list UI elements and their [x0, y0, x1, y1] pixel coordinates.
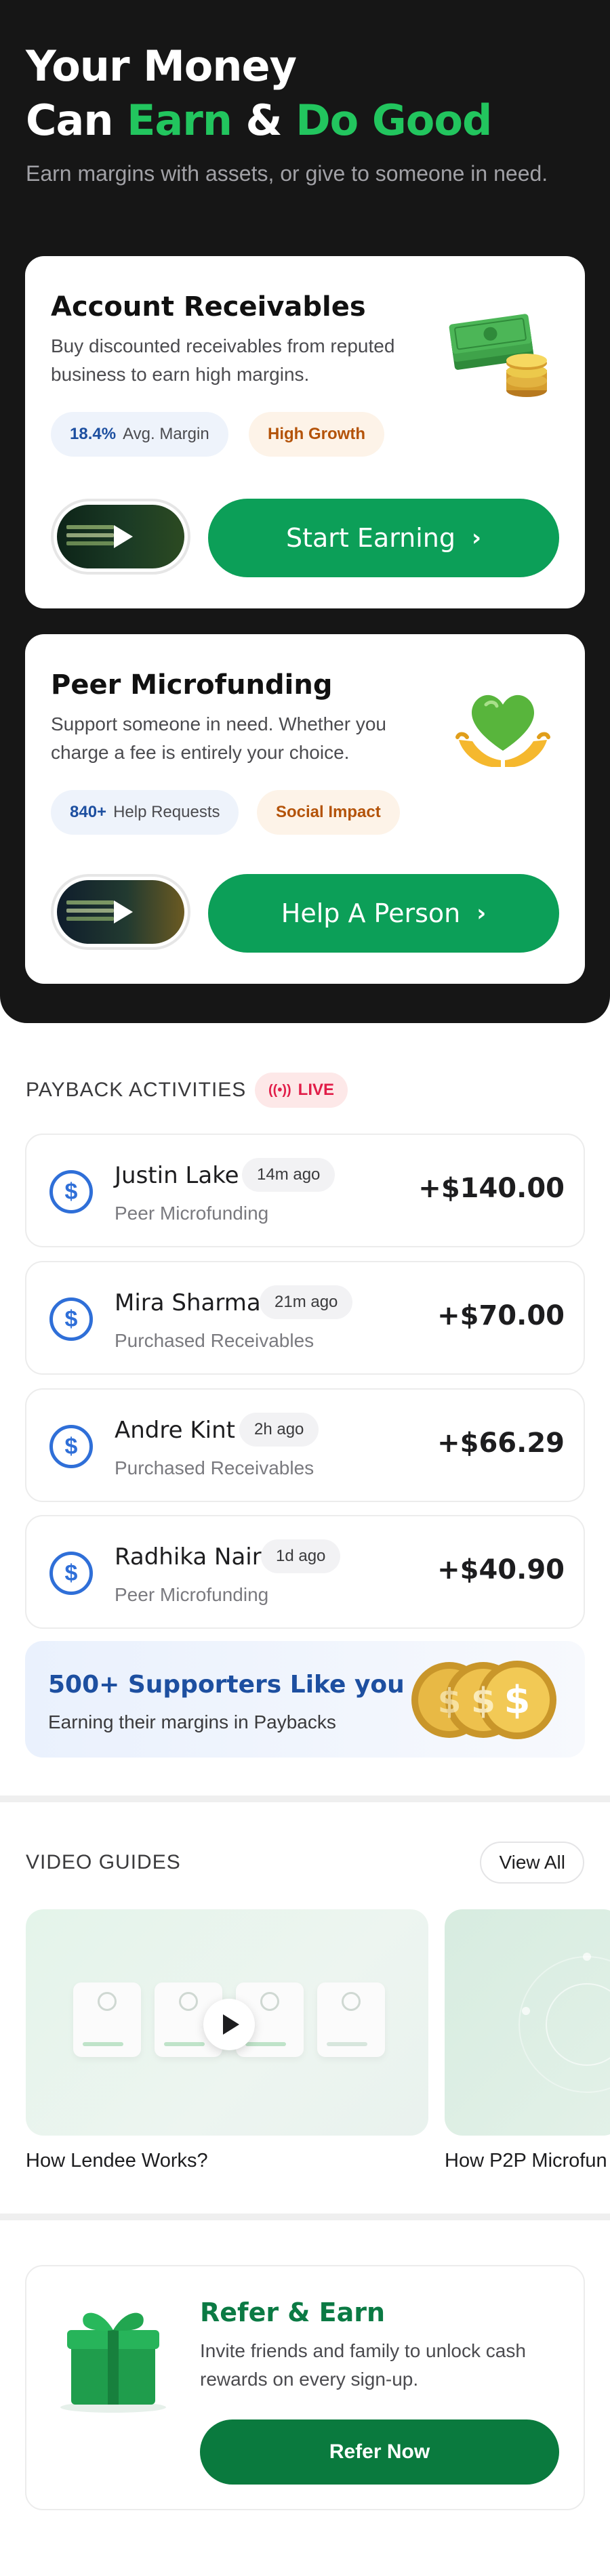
activity-amount: +$70.00: [437, 1300, 565, 1331]
refer-and-earn-card: Refer & Earn Invite friends and family t…: [25, 2265, 585, 2510]
avg-margin-value: 18.4%: [70, 425, 117, 443]
card-title: Account Receivables: [51, 291, 366, 323]
dollar-icon: $: [49, 1552, 93, 1595]
help-requests-value: 840+: [70, 803, 107, 821]
activity-name: Andre Kint: [115, 1417, 235, 1444]
broadcast-icon: ((•)): [268, 1082, 291, 1098]
view-all-button[interactable]: View All: [480, 1842, 584, 1884]
hero-subtitle: Earn margins with assets, or give to som…: [26, 161, 548, 186]
microfunding-video-thumbnail[interactable]: [51, 874, 190, 950]
activity-time: 14m ago: [242, 1158, 336, 1192]
hero-title-earn: Earn: [127, 96, 232, 145]
activity-amount: +$140.00: [418, 1173, 565, 1204]
dollar-icon: $: [49, 1425, 93, 1468]
activity-time: 2h ago: [239, 1413, 319, 1447]
account-receivables-card[interactable]: Account Receivables Buy discounted recei…: [25, 256, 585, 608]
network-illustration-icon: [518, 1953, 610, 2093]
svg-text:$: $: [438, 1682, 462, 1721]
activity-time: 21m ago: [260, 1285, 353, 1319]
activity-type: Peer Microfunding: [115, 1203, 269, 1224]
play-icon: [114, 900, 133, 923]
dollar-icon: $: [49, 1297, 93, 1341]
social-impact-tag: Social Impact: [257, 790, 400, 835]
activity-row[interactable]: $ Mira Sharma 21m ago Purchased Receivab…: [25, 1261, 585, 1375]
peer-microfunding-card[interactable]: Peer Microfunding Support someone in nee…: [25, 634, 585, 984]
hero-title-amp: &: [231, 96, 296, 145]
help-a-person-button[interactable]: Help A Person ›: [208, 874, 559, 953]
live-label: LIVE: [298, 1081, 334, 1099]
card-description: Buy discounted receivables from reputed …: [51, 335, 395, 385]
play-icon: [223, 2014, 239, 2035]
hero-title-can: Can: [26, 96, 127, 145]
supporters-banner: 500+ Supporters Like you Earning their m…: [25, 1641, 585, 1758]
activity-amount: +$40.90: [437, 1554, 565, 1585]
section-divider: [0, 1795, 610, 1802]
help-requests-label: Help Requests: [113, 803, 220, 821]
activity-type: Purchased Receivables: [115, 1330, 314, 1351]
hero-section: Your Money Can Earn & Do Good Earn margi…: [0, 0, 610, 1023]
video-guide-caption: How Lendee Works?: [26, 2150, 208, 2172]
chevron-right-icon: ›: [472, 524, 482, 552]
card-title: Peer Microfunding: [51, 669, 333, 701]
help-a-person-label: Help A Person: [281, 898, 461, 928]
supporters-title: 500+ Supporters Like you: [48, 1671, 405, 1699]
supporters-subtitle: Earning their margins in Paybacks: [48, 1711, 336, 1732]
refer-title: Refer & Earn: [200, 2298, 386, 2327]
start-earning-button[interactable]: Start Earning ›: [208, 499, 559, 577]
video-guide-card[interactable]: [26, 1909, 428, 2136]
play-icon: [114, 525, 133, 548]
gold-coins-icon: $ $ $: [411, 1661, 556, 1739]
svg-text:$: $: [471, 1681, 495, 1722]
svg-text:$: $: [504, 1678, 531, 1722]
activity-row[interactable]: $ Andre Kint 2h ago Purchased Receivable…: [25, 1388, 585, 1502]
live-badge: ((•)) LIVE: [255, 1073, 348, 1108]
avg-margin-pill: 18.4% Avg. Margin: [51, 412, 228, 457]
payback-activities-heading: PAYBACK ACTIVITIES: [26, 1079, 247, 1101]
money-stack-coins-icon: [449, 314, 547, 397]
avg-margin-label: Avg. Margin: [123, 425, 209, 443]
hero-title-line1: Your Money: [26, 41, 297, 91]
heart-hands-icon: [455, 694, 550, 767]
hero-title-do-good: Do Good: [296, 96, 492, 145]
activity-row[interactable]: $ Radhika Nair 1d ago Peer Microfunding …: [25, 1515, 585, 1629]
start-earning-label: Start Earning: [285, 523, 455, 553]
activity-name: Mira Sharma: [115, 1289, 261, 1316]
video-guide-caption: How P2P Microfun: [445, 2150, 607, 2172]
video-guides-heading: VIDEO GUIDES: [26, 1851, 181, 1873]
dollar-icon: $: [49, 1170, 93, 1213]
high-growth-tag: High Growth: [249, 412, 384, 457]
section-divider: [0, 2214, 610, 2220]
activity-type: Peer Microfunding: [115, 1584, 269, 1605]
chevron-right-icon: ›: [476, 900, 487, 927]
play-button[interactable]: [203, 1999, 255, 2050]
activity-time: 1d ago: [261, 1539, 341, 1573]
activity-type: Purchased Receivables: [115, 1457, 314, 1478]
activity-row[interactable]: $ Justin Lake 14m ago Peer Microfunding …: [25, 1134, 585, 1247]
hero-title: Your Money Can Earn & Do Good: [26, 39, 492, 148]
activity-name: Justin Lake: [115, 1162, 239, 1189]
card-description: Support someone in need. Whether you cha…: [51, 713, 386, 763]
refer-description: Invite friends and family to unlock cash…: [200, 2340, 526, 2390]
video-guide-card[interactable]: [445, 1909, 610, 2136]
activity-name: Radhika Nair: [115, 1543, 262, 1571]
hero-title-line2: Can Earn & Do Good: [26, 94, 492, 148]
gift-box-icon: [60, 2312, 166, 2413]
activity-amount: +$66.29: [437, 1428, 565, 1459]
help-requests-pill: 840+ Help Requests: [51, 790, 239, 835]
refer-now-button[interactable]: Refer Now: [200, 2419, 559, 2485]
receivables-video-thumbnail[interactable]: [51, 499, 190, 575]
